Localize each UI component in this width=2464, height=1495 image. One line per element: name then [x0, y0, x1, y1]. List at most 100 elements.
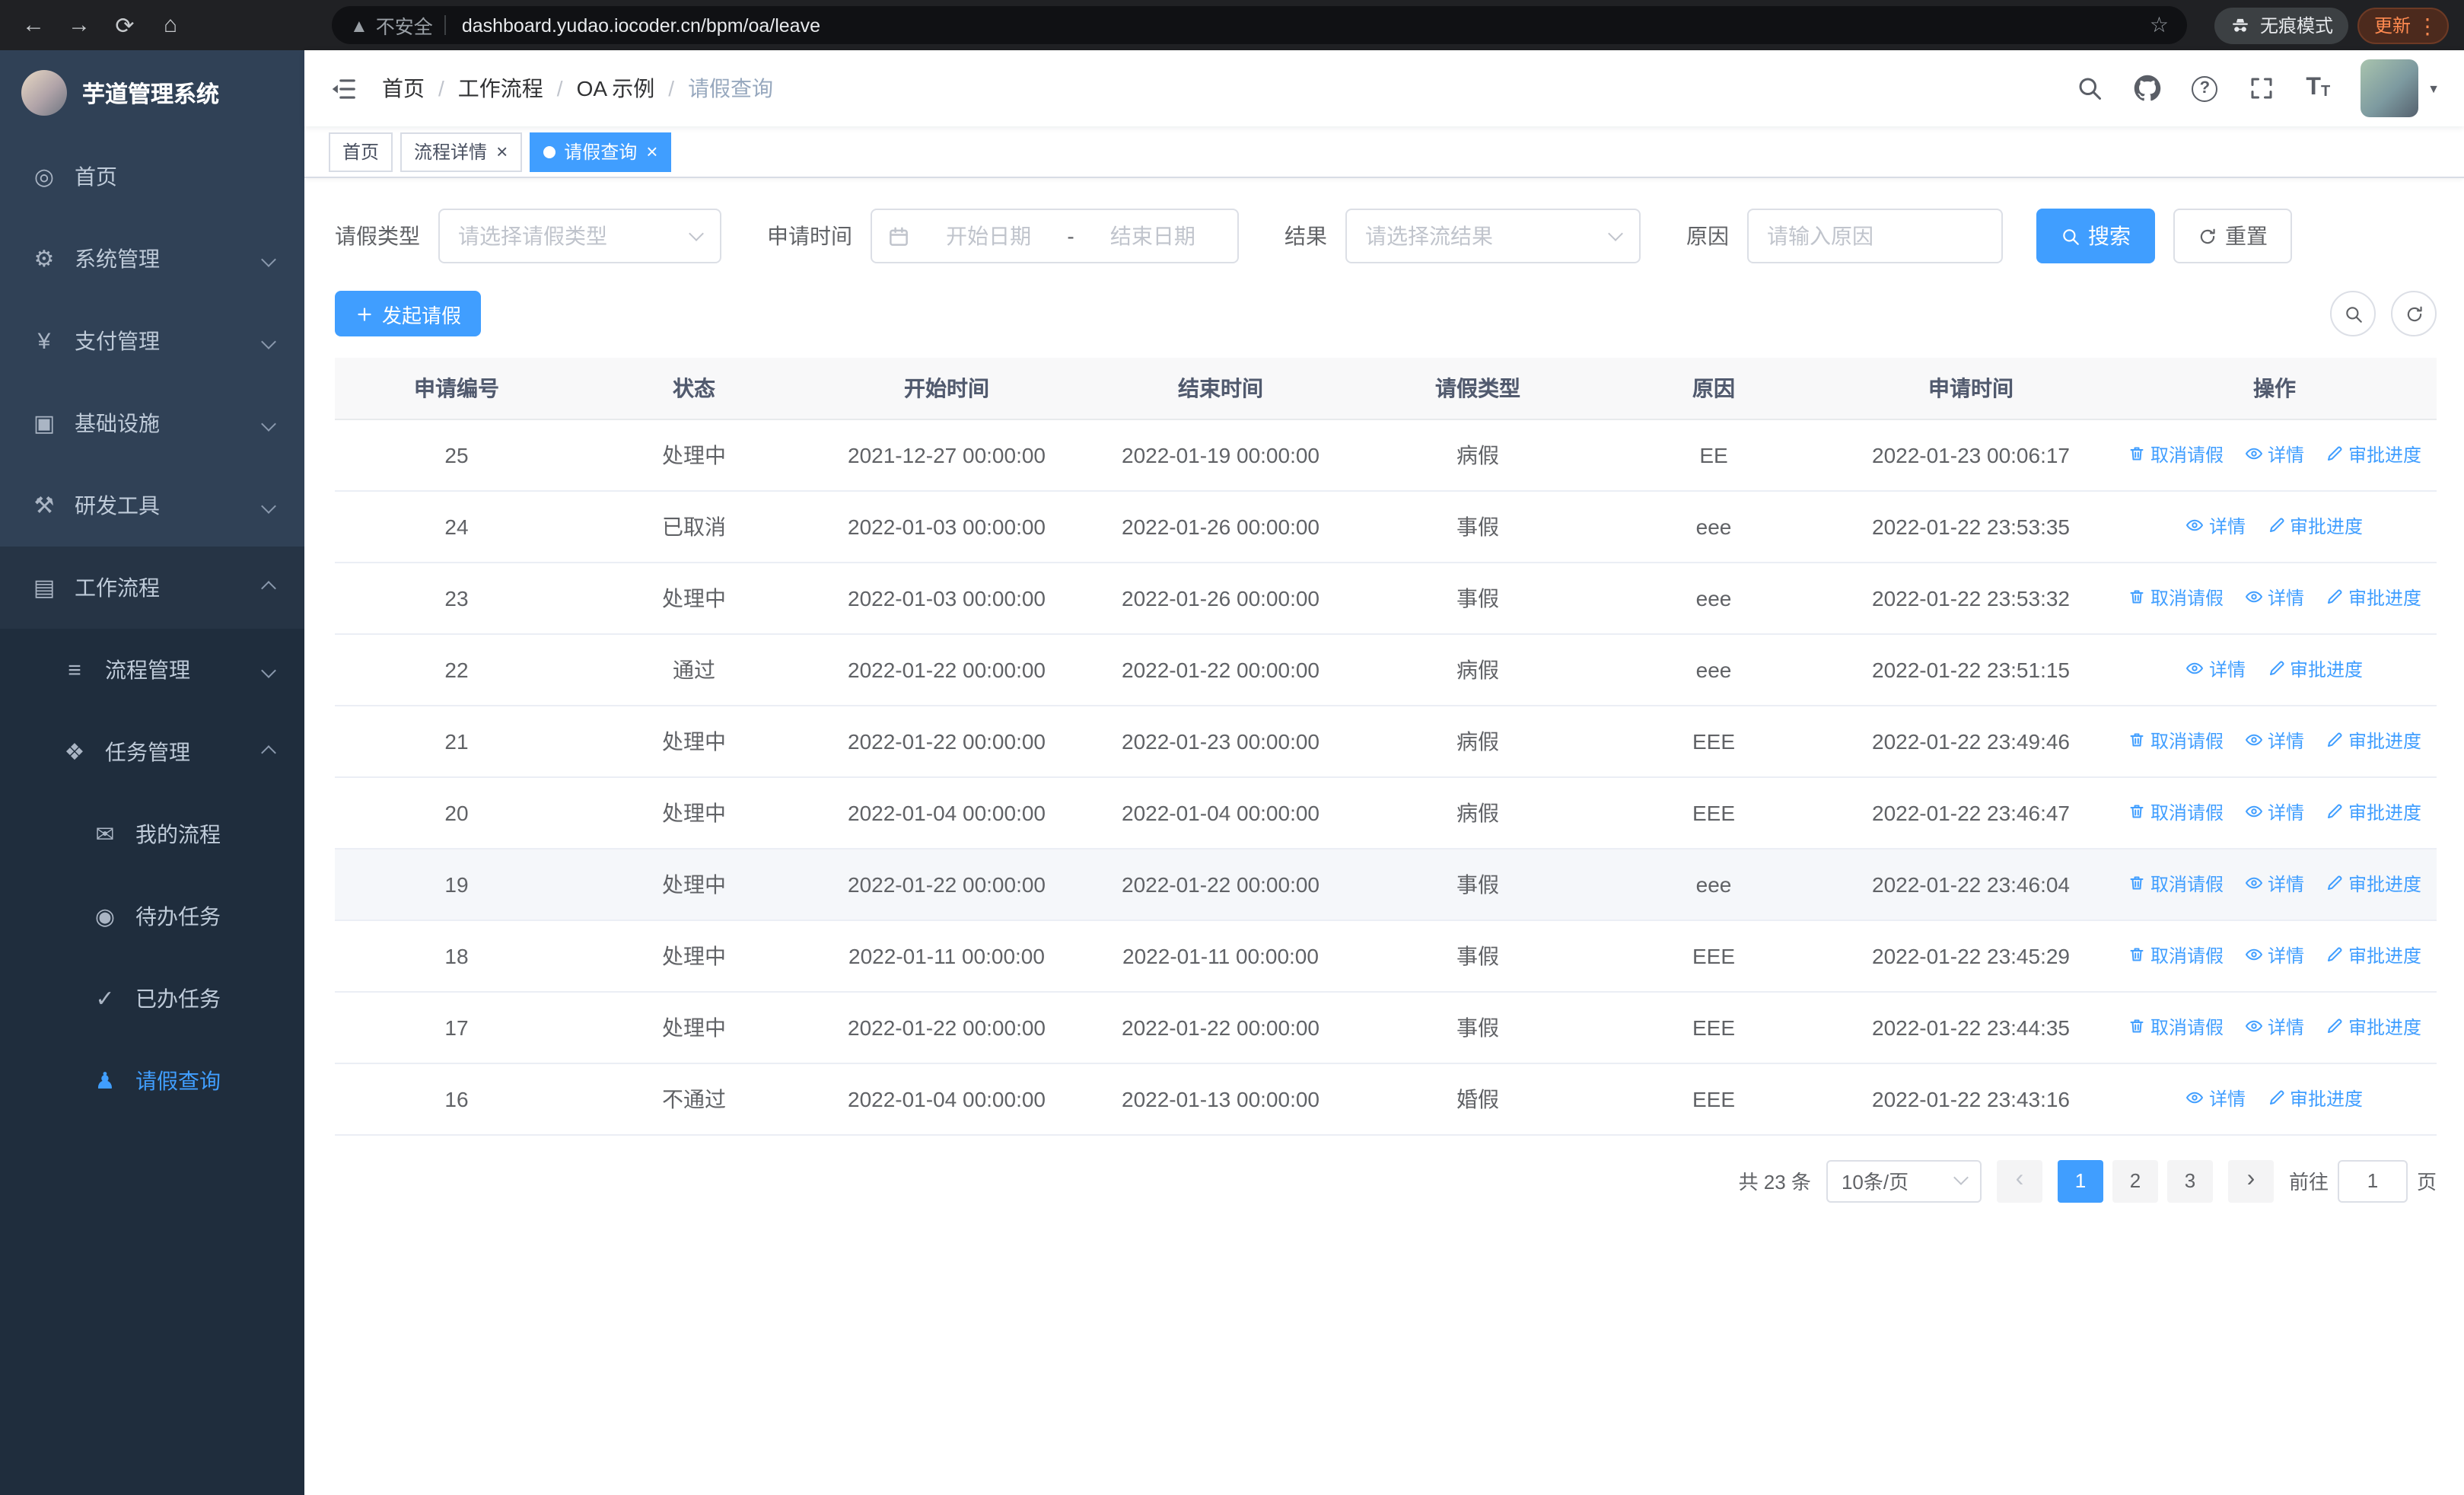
detail-link[interactable]: 详情 [2245, 728, 2304, 754]
back-icon[interactable]: ← [15, 7, 52, 43]
logo[interactable]: 芋道管理系统 [0, 50, 304, 135]
table-row: 18 处理中 2022-01-11 00:00:00 2022-01-11 00:00… [335, 920, 2437, 992]
toggle-search-button[interactable] [2330, 291, 2376, 336]
user-menu[interactable]: ▼ [2361, 59, 2440, 117]
cell-type: 事假 [1358, 920, 1598, 992]
sidebar-item-devtools[interactable]: ⚒ 研发工具 [0, 464, 304, 547]
leave-type-select[interactable]: 请选择请假类型 [438, 209, 721, 263]
detail-link[interactable]: 详情 [2245, 942, 2304, 968]
prev-page-button[interactable]: ‹ [1996, 1159, 2042, 1202]
tab-leave-query[interactable]: 请假查询 × [529, 132, 672, 171]
breadcrumb-item[interactable]: 首页 [382, 73, 425, 104]
fullscreen-icon[interactable] [2248, 75, 2275, 102]
eye-icon [2245, 1018, 2263, 1036]
progress-link[interactable]: 审批进度 [2326, 728, 2421, 754]
sidebar-item-task-mgmt[interactable]: ❖ 任务管理 [0, 711, 304, 793]
progress-link[interactable]: 审批进度 [2267, 656, 2363, 682]
home-icon[interactable]: ⌂ [152, 7, 189, 43]
tab-process-detail[interactable]: 流程详情 × [400, 132, 522, 171]
create-leave-button[interactable]: 发起请假 [335, 291, 482, 336]
sidebar-toggle-icon[interactable] [329, 74, 358, 103]
chevron-up-icon [261, 744, 276, 760]
cancel-link[interactable]: 取消请假 [2128, 942, 2224, 968]
edit-icon [2326, 946, 2344, 964]
font-size-icon[interactable]: TT [2306, 75, 2330, 100]
progress-link[interactable]: 审批进度 [2326, 1014, 2421, 1040]
sidebar-item-infrastructure[interactable]: ▣ 基础设施 [0, 382, 304, 464]
refresh-table-button[interactable] [2391, 291, 2437, 336]
cell-type: 病假 [1358, 633, 1598, 706]
sidebar-item-todo-tasks[interactable]: ◉ 待办任务 [0, 875, 304, 958]
goto-page-input[interactable] [2337, 1159, 2408, 1202]
breadcrumb-item[interactable]: OA 示例 [577, 73, 655, 104]
cell-reason: eee [1598, 633, 1829, 706]
forward-icon[interactable]: → [61, 7, 97, 43]
progress-link[interactable]: 审批进度 [2267, 513, 2363, 539]
result-select[interactable]: 请选择流结果 [1345, 209, 1641, 263]
apply-time-range-picker[interactable]: 开始日期 - 结束日期 [871, 209, 1239, 263]
search-button[interactable]: 搜索 [2036, 209, 2155, 263]
page-size-select[interactable]: 10条/页 [1826, 1159, 1982, 1202]
page-button-3[interactable]: 3 [2166, 1159, 2213, 1202]
bookmark-star-icon[interactable]: ☆ [2150, 12, 2169, 38]
detail-link[interactable]: 详情 [2186, 513, 2246, 539]
sidebar-item-process-mgmt[interactable]: ≡ 流程管理 [0, 629, 304, 711]
page-button-2[interactable]: 2 [2112, 1159, 2158, 1202]
filter-form: 请假类型 请选择请假类型 申请时间 开始日期 - 结束日期 结果 请选择流结果 … [335, 209, 2437, 263]
progress-link[interactable]: 审批进度 [2326, 585, 2421, 610]
update-button[interactable]: 更新 ⋮ [2357, 7, 2449, 43]
cell-start: 2022-01-04 00:00:00 [810, 776, 1084, 849]
sidebar-item-workflow[interactable]: ▤ 工作流程 [0, 547, 304, 629]
sidebar-item-my-process[interactable]: ✉ 我的流程 [0, 793, 304, 875]
page-button-1[interactable]: 1 [2057, 1159, 2103, 1202]
detail-link[interactable]: 详情 [2245, 1014, 2304, 1040]
next-page-button[interactable]: › [2227, 1159, 2274, 1202]
sidebar-item-home[interactable]: ◎ 首页 [0, 135, 304, 218]
cancel-link[interactable]: 取消请假 [2128, 799, 2224, 825]
cell-actions: 取消请假 详情 审批进度 [2112, 419, 2437, 491]
table-row: 21 处理中 2022-01-22 00:00:00 2022-01-23 00:00… [335, 705, 2437, 777]
cell-actions: 详情 审批进度 [2112, 1063, 2437, 1135]
chevron-down-icon [689, 225, 704, 241]
refresh-icon [2198, 226, 2217, 246]
cancel-link[interactable]: 取消请假 [2128, 871, 2224, 897]
breadcrumb-item[interactable]: 工作流程 [458, 73, 543, 104]
detail-link[interactable]: 详情 [2245, 871, 2304, 897]
detail-link[interactable]: 详情 [2245, 585, 2304, 610]
detail-link[interactable]: 详情 [2245, 441, 2304, 467]
github-icon[interactable] [2134, 75, 2161, 102]
detail-link[interactable]: 详情 [2245, 799, 2304, 825]
progress-link[interactable]: 审批进度 [2326, 799, 2421, 825]
kebab-menu-icon[interactable]: ⋮ [2417, 14, 2438, 36]
reload-icon[interactable]: ⟳ [107, 7, 143, 43]
sidebar-item-leave-query[interactable]: ♟ 请假查询 [0, 1040, 304, 1122]
cancel-link[interactable]: 取消请假 [2128, 728, 2224, 754]
reset-button[interactable]: 重置 [2173, 209, 2292, 263]
cell-id: 19 [335, 848, 578, 920]
address-bar[interactable]: ▲ 不安全 dashboard.yudao.iocoder.cn/bpm/oa/… [332, 6, 2187, 44]
close-icon[interactable]: × [496, 142, 508, 161]
tab-home[interactable]: 首页 [329, 132, 393, 171]
sidebar-item-payment[interactable]: ¥ 支付管理 [0, 300, 304, 382]
detail-link[interactable]: 详情 [2186, 656, 2246, 682]
progress-link[interactable]: 审批进度 [2326, 871, 2421, 897]
reason-input[interactable] [1747, 209, 2003, 263]
cell-end: 2022-01-04 00:00:00 [1084, 776, 1358, 849]
sidebar-item-label: 我的流程 [135, 822, 221, 846]
progress-link[interactable]: 审批进度 [2326, 441, 2421, 467]
cancel-link[interactable]: 取消请假 [2128, 1014, 2224, 1040]
search-icon[interactable] [2076, 75, 2103, 102]
divider [444, 15, 447, 35]
progress-link[interactable]: 审批进度 [2267, 1085, 2363, 1111]
edit-icon [2267, 1089, 2285, 1108]
detail-link[interactable]: 详情 [2186, 1085, 2246, 1111]
sidebar-item-system[interactable]: ⚙ 系统管理 [0, 218, 304, 300]
sidebar-item-done-tasks[interactable]: ✓ 已办任务 [0, 958, 304, 1040]
help-icon[interactable]: ? [2192, 75, 2218, 101]
table-row: 25 处理中 2021-12-27 00:00:00 2022-01-19 00:00… [335, 419, 2437, 491]
progress-link[interactable]: 审批进度 [2326, 942, 2421, 968]
cell-actions: 取消请假 详情 审批进度 [2112, 776, 2437, 849]
close-icon[interactable]: × [646, 142, 657, 161]
cancel-link[interactable]: 取消请假 [2128, 441, 2224, 467]
cancel-link[interactable]: 取消请假 [2128, 585, 2224, 610]
